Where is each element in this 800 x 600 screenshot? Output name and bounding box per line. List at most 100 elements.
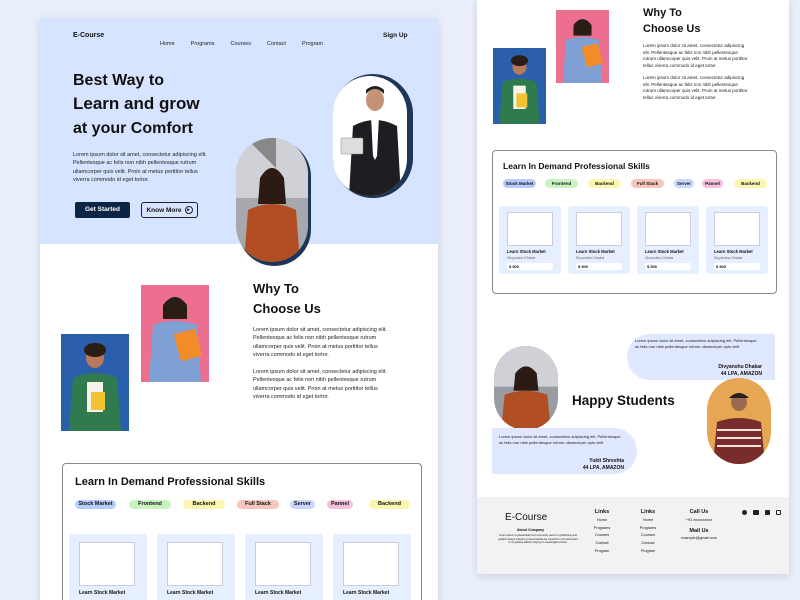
course-title: Learn Stock Market	[576, 249, 615, 254]
social-icons	[742, 510, 781, 515]
course-title: Learn Stock Market	[79, 590, 126, 596]
hero-description: Lorem ipsum dolor sit amet, consectetur …	[73, 152, 207, 184]
landing-page-continued: Why To Choose Us Lorem ipsum dolor sit a…	[477, 0, 789, 574]
tag-pannel[interactable]: Pannel	[702, 179, 723, 188]
footer-about-head: About Company	[517, 528, 545, 532]
course-card[interactable]: Learn Stock Market	[69, 534, 147, 600]
student-female-illustration	[149, 297, 203, 382]
photo-student-female-small	[556, 10, 609, 83]
course-title: Learn Stock Market	[645, 249, 684, 254]
footer-brand[interactable]: E-Course	[505, 512, 547, 523]
woman-illustration	[236, 138, 308, 262]
footer: E-Course About Company Lorem ipsum is pl…	[477, 497, 789, 574]
know-more-button[interactable]: Know More ▸	[141, 202, 198, 218]
nav-courses[interactable]: Courses	[231, 41, 251, 47]
footer-links-head: Links	[640, 509, 656, 515]
tag-pannel[interactable]: Pannel	[327, 500, 353, 509]
footer-link-home[interactable]: Home	[635, 517, 661, 525]
nav-program[interactable]: Program	[302, 41, 323, 47]
footer-links-2: Links Home Programs Courses Contact Prog…	[635, 509, 661, 556]
course-card[interactable]: Learn Stock Market	[245, 534, 323, 600]
skills-section: Learn In Demand Professional Skills Stoc…	[62, 463, 422, 600]
course-card[interactable]: Learn Stock Market Divyanshu Dhakar $ 50…	[568, 206, 630, 274]
testimonial-name-2: Yukti Shreshta	[589, 458, 624, 464]
course-thumbnail	[714, 212, 760, 246]
course-thumbnail	[343, 542, 399, 586]
footer-call-head: Call Us	[689, 509, 709, 515]
course-title: Learn Stock Market	[714, 249, 753, 254]
tag-frontend[interactable]: Frontend	[129, 500, 171, 509]
tag-backend[interactable]: Backend	[588, 179, 621, 188]
skills-title: Learn In Demand Professional Skills	[503, 161, 650, 171]
why-title-line1: Why To	[643, 7, 682, 19]
facebook-icon[interactable]	[742, 510, 747, 515]
course-price[interactable]: $ 500	[576, 263, 622, 270]
course-card[interactable]: Learn Stock Market	[157, 534, 235, 600]
hero-photo-woman	[236, 138, 308, 262]
tag-server[interactable]: Server	[290, 500, 315, 509]
why-paragraph-small-2: Lorem ipsum dolor sit amet, consectetur …	[643, 75, 748, 100]
youtube-icon[interactable]	[753, 510, 759, 515]
footer-email[interactable]: example@gmail.com	[675, 535, 723, 543]
linkedin-icon[interactable]	[765, 510, 770, 515]
tag-backend[interactable]: Backend	[183, 500, 225, 509]
student-photo-male	[707, 378, 771, 464]
tag-stock-market[interactable]: Stock Market	[75, 500, 116, 509]
nav-programs[interactable]: Programs	[191, 41, 215, 47]
photo-student-male	[61, 334, 129, 431]
why-title-line2: Choose Us	[253, 301, 321, 316]
course-thumbnail	[167, 542, 223, 586]
hero-title-line3: at your Comfort	[73, 120, 193, 137]
why-paragraph-small-1: Lorem ipsum dolor sit amet, consectetur …	[643, 43, 748, 68]
happy-students-title: Happy Students	[572, 393, 675, 408]
testimonial-quote-1: Lorem ipsum dolor sit amet, consectetur …	[635, 338, 757, 349]
brand-logo[interactable]: E-Course	[73, 32, 104, 39]
footer-link-contact[interactable]: Contact	[635, 540, 661, 548]
nav-contact[interactable]: Contact	[267, 41, 286, 47]
footer-link-program[interactable]: Program	[589, 548, 615, 556]
footer-link-programs[interactable]: Programs	[589, 525, 615, 533]
course-title: Learn Stock Market	[255, 590, 302, 596]
skills-title: Learn In Demand Professional Skills	[75, 476, 266, 488]
footer-phone[interactable]: +91 xxxxxxxxxx	[675, 517, 723, 525]
course-price[interactable]: $ 500	[645, 263, 691, 270]
course-price[interactable]: $ 500	[507, 263, 553, 270]
footer-link-programs[interactable]: Programs	[635, 525, 661, 533]
footer-link-contact[interactable]: Contact	[589, 540, 615, 548]
tag-full-stack[interactable]: Full Stack	[631, 179, 664, 188]
testimonial-role-2: 44 LPA, AMAZON	[582, 465, 624, 471]
testimonial-quote-2: Lorem ipsum dolor sit amet, consectetur …	[499, 434, 621, 445]
footer-mail-head: Mail Us	[689, 527, 709, 534]
course-card[interactable]: Learn Stock Market Divyanshu Dhakar $ 50…	[637, 206, 699, 274]
course-thumbnail	[79, 542, 135, 586]
course-author: Divyanshu Dhakar	[576, 256, 605, 260]
course-card[interactable]: Learn Stock Market Divyanshu Dhakar $ 50…	[706, 206, 768, 274]
course-card[interactable]: Learn Stock Market Divyanshu Dhakar $ 50…	[499, 206, 561, 274]
tag-backend-2[interactable]: Backend	[369, 500, 410, 509]
footer-link-program[interactable]: Program	[635, 548, 661, 556]
tag-server[interactable]: Server	[674, 179, 694, 188]
photo-student-male-small	[493, 48, 546, 124]
tag-backend-2[interactable]: Backend	[734, 179, 767, 188]
footer-link-courses[interactable]: Courses	[589, 532, 615, 540]
why-title: Why To Choose Us	[253, 279, 321, 319]
nav-home[interactable]: Home	[160, 41, 175, 47]
course-thumbnail	[507, 212, 553, 246]
tag-frontend[interactable]: Frontend	[545, 179, 578, 188]
course-price[interactable]: $ 500	[714, 263, 760, 270]
course-title: Learn Stock Market	[507, 249, 546, 254]
testimonial-name-1: Divyanshu Dhakar	[718, 364, 762, 370]
student-female-illustration	[562, 19, 604, 83]
student-female-photo	[494, 346, 558, 430]
footer-link-home[interactable]: Home	[589, 517, 615, 525]
tag-stock-market[interactable]: Stock Market	[503, 179, 536, 188]
course-card[interactable]: Learn Stock Market	[333, 534, 411, 600]
footer-about-text: Lorem ipsum is placeholder text commonly…	[498, 534, 578, 545]
know-more-label: Know More	[146, 206, 182, 214]
signup-link[interactable]: Sign Up	[383, 32, 408, 39]
footer-link-courses[interactable]: Courses	[635, 532, 661, 540]
tag-full-stack[interactable]: Full Stack	[237, 500, 279, 509]
instagram-icon[interactable]	[776, 510, 781, 515]
student-photo-female	[494, 346, 558, 430]
get-started-button[interactable]: Get Started	[75, 202, 130, 218]
